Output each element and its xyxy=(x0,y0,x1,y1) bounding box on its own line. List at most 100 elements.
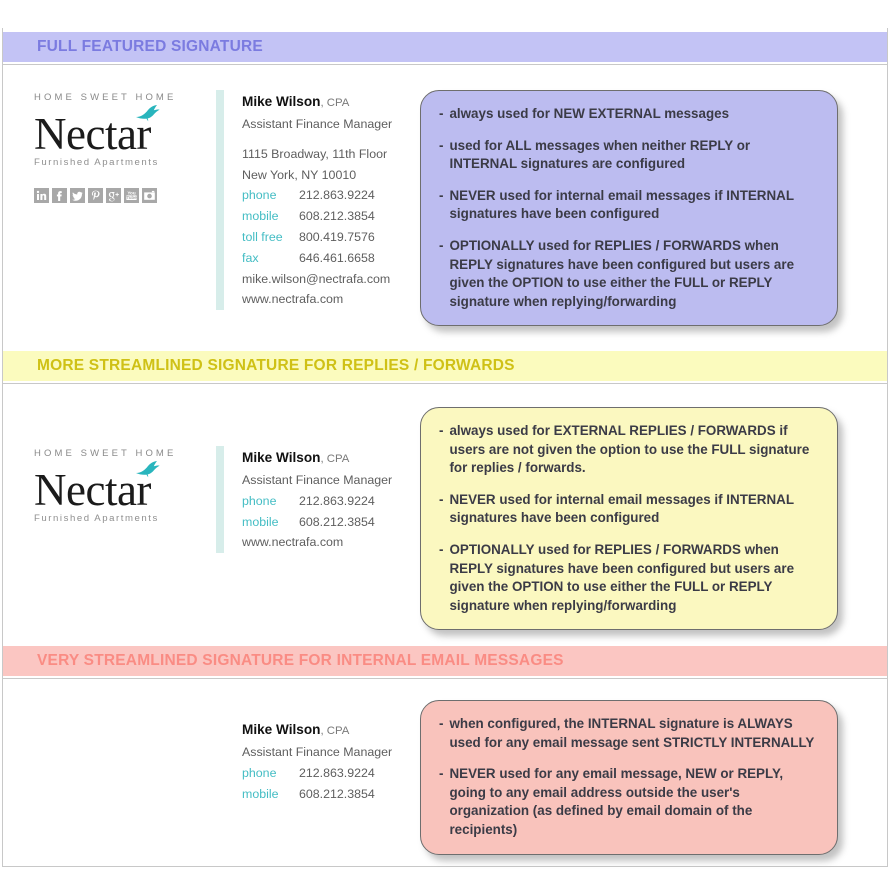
signature-name-internal: Mike Wilson, CPA xyxy=(242,719,392,742)
hummingbird-icon xyxy=(136,461,160,478)
logo-wordmark-full: Nectar xyxy=(34,109,151,159)
signature-block-internal: Mike Wilson, CPA Assistant Finance Manag… xyxy=(34,718,392,804)
nectar-logo-reply: Nectar Furnished Apartments xyxy=(34,461,194,525)
googleplus-icon[interactable] xyxy=(106,188,121,204)
mobile-value: 608.212.3854 xyxy=(299,209,375,224)
signature-address-line2: New York, NY 10010 xyxy=(242,167,357,182)
signature-name-full: Mike Wilson, CPA xyxy=(242,91,392,114)
signature-logo-column-reply: HOME SWEET HOME Nectar Furnished Apartme… xyxy=(34,446,204,524)
callout-reply-forward: - always used for EXTERNAL REPLIES / FOR… xyxy=(420,407,838,631)
youtube-icon[interactable]: You Tube xyxy=(124,188,139,204)
twitter-icon[interactable] xyxy=(70,188,85,204)
phone-value: 212.863.9224 xyxy=(299,188,375,203)
signature-name-reply: Mike Wilson, CPA xyxy=(242,447,392,470)
tollfree-label: toll free xyxy=(242,229,283,244)
section-rule-2 xyxy=(3,383,887,384)
signature-divider-reply xyxy=(216,446,224,554)
bullet-dash: - xyxy=(439,137,444,153)
page-border-right xyxy=(887,28,888,866)
tollfree-value: 800.419.7576 xyxy=(299,229,375,244)
bullet-item: - used for ALL messages when neither REP… xyxy=(439,137,817,174)
signature-name-text: Mike Wilson xyxy=(242,94,321,109)
mobile-label: mobile xyxy=(242,514,279,529)
bullet-dash: - xyxy=(439,237,444,253)
signature-tollfree-row: toll free 800.419.7576 xyxy=(242,227,392,248)
bullet-dash: - xyxy=(439,541,444,557)
bullet-text: when configured, the INTERNAL signature … xyxy=(449,716,815,750)
phone-value: 212.863.9224 xyxy=(299,493,375,508)
linkedin-icon[interactable] xyxy=(34,188,49,204)
bullet-dash: - xyxy=(439,716,444,731)
signature-address-line1: 1115 Broadway, 11th Floor xyxy=(242,146,388,161)
bullet-text: used for ALL messages when neither REPLY… xyxy=(449,137,751,172)
signature-mobile-row: mobile 608.212.3854 xyxy=(242,512,392,533)
signature-email[interactable]: mike.wilson@nectrafa.com xyxy=(242,269,392,290)
bullet-text: OPTIONALLY used for REPLIES / FORWARDS w… xyxy=(449,541,795,613)
signature-credential: , CPA xyxy=(320,453,350,465)
facebook-icon[interactable] xyxy=(52,188,67,204)
fax-value: 646.461.6658 xyxy=(299,250,375,265)
section-header-reply: MORE STREAMLINED SIGNATURE FOR REPLIES /… xyxy=(3,351,887,381)
bullet-dash: - xyxy=(439,106,444,121)
bullet-item: - NEVER used for any email message, NEW … xyxy=(439,765,817,839)
phone-label: phone xyxy=(242,188,277,203)
bullet-dash: - xyxy=(439,423,444,438)
brand-tagline-full: HOME SWEET HOME xyxy=(34,92,177,103)
bullet-item: - always used for EXTERNAL REPLIES / FOR… xyxy=(439,422,817,478)
hummingbird-icon xyxy=(136,105,160,122)
phone-value: 212.863.9224 xyxy=(299,765,375,780)
bullet-text: always used for EXTERNAL REPLIES / FORWA… xyxy=(449,423,810,476)
bullet-text: NEVER used for internal email messages i… xyxy=(449,187,794,222)
signature-mobile-row: mobile 608.212.3854 xyxy=(242,784,392,805)
bullet-text: always used for NEW EXTERNAL messages xyxy=(449,106,730,121)
bullet-dash: - xyxy=(439,766,444,782)
bullet-item: - NEVER used for internal email messages… xyxy=(439,187,817,224)
bullet-dash: - xyxy=(439,491,444,507)
signature-guide-page: FULL FEATURED SIGNATURE HOME SWEET HOME … xyxy=(0,0,890,870)
pinterest-icon[interactable] xyxy=(88,188,103,204)
logo-subtitle-reply: Furnished Apartments xyxy=(34,513,159,525)
signature-phone-row: phone 212.863.9224 xyxy=(242,763,392,784)
signature-name-text: Mike Wilson xyxy=(242,450,321,465)
bullet-item: - NEVER used for internal email messages… xyxy=(439,491,817,528)
phone-label: phone xyxy=(242,765,277,780)
signature-name-text: Mike Wilson xyxy=(242,722,321,737)
signature-website[interactable]: www.nectrafa.com xyxy=(242,532,392,553)
signature-divider-internal xyxy=(216,718,224,804)
signature-details-reply: Mike Wilson, CPA Assistant Finance Manag… xyxy=(242,446,392,553)
mobile-label: mobile xyxy=(242,786,279,801)
signature-title-full: Assistant Finance Manager xyxy=(242,117,393,131)
nectar-logo-full: Nectar Furnished Apartments xyxy=(34,105,194,169)
signature-spacer xyxy=(242,135,392,144)
logo-subtitle-full: Furnished Apartments xyxy=(34,157,159,169)
signature-phone-row: phone 212.863.9224 xyxy=(242,185,392,206)
svg-text:Tube: Tube xyxy=(127,195,138,200)
signature-block-reply: HOME SWEET HOME Nectar Furnished Apartme… xyxy=(34,446,392,554)
signature-block-full: HOME SWEET HOME Nectar Furnished Apartme… xyxy=(34,90,393,311)
signature-credential: , CPA xyxy=(320,97,350,109)
signature-title-reply: Assistant Finance Manager xyxy=(242,473,393,487)
signature-website[interactable]: www.nectrafa.com xyxy=(242,289,392,310)
mobile-value: 608.212.3854 xyxy=(299,786,375,801)
signature-divider-full xyxy=(216,90,224,311)
signature-fax-row: fax 646.461.6658 xyxy=(242,248,392,269)
instagram-icon[interactable] xyxy=(142,188,157,204)
bullet-text: NEVER used for any email message, NEW or… xyxy=(449,766,784,837)
phone-label: phone xyxy=(242,493,277,508)
signature-credential: , CPA xyxy=(320,725,350,737)
section-title-reply: MORE STREAMLINED SIGNATURE FOR REPLIES /… xyxy=(37,357,515,374)
page-border-left xyxy=(2,28,3,866)
section-header-internal: VERY STREAMLINED SIGNATURE FOR INTERNAL … xyxy=(3,646,887,676)
signature-logo-column-internal xyxy=(34,718,204,720)
bullet-text: OPTIONALLY used for REPLIES / FORWARDS w… xyxy=(449,237,795,309)
callout-full-featured: - always used for NEW EXTERNAL messages … xyxy=(420,90,838,327)
bullet-item: - always used for NEW EXTERNAL messages xyxy=(439,105,817,124)
signature-details-internal: Mike Wilson, CPA Assistant Finance Manag… xyxy=(242,718,392,804)
logo-wordmark-reply: Nectar xyxy=(34,465,151,515)
brand-tagline-reply: HOME SWEET HOME xyxy=(34,448,177,459)
bullet-item: - OPTIONALLY used for REPLIES / FORWARDS… xyxy=(439,237,817,311)
bullet-item: - when configured, the INTERNAL signatur… xyxy=(439,715,817,752)
section-title-full: FULL FEATURED SIGNATURE xyxy=(37,38,263,55)
callout-internal: - when configured, the INTERNAL signatur… xyxy=(420,700,838,855)
bullet-text: NEVER used for internal email messages i… xyxy=(449,491,794,526)
